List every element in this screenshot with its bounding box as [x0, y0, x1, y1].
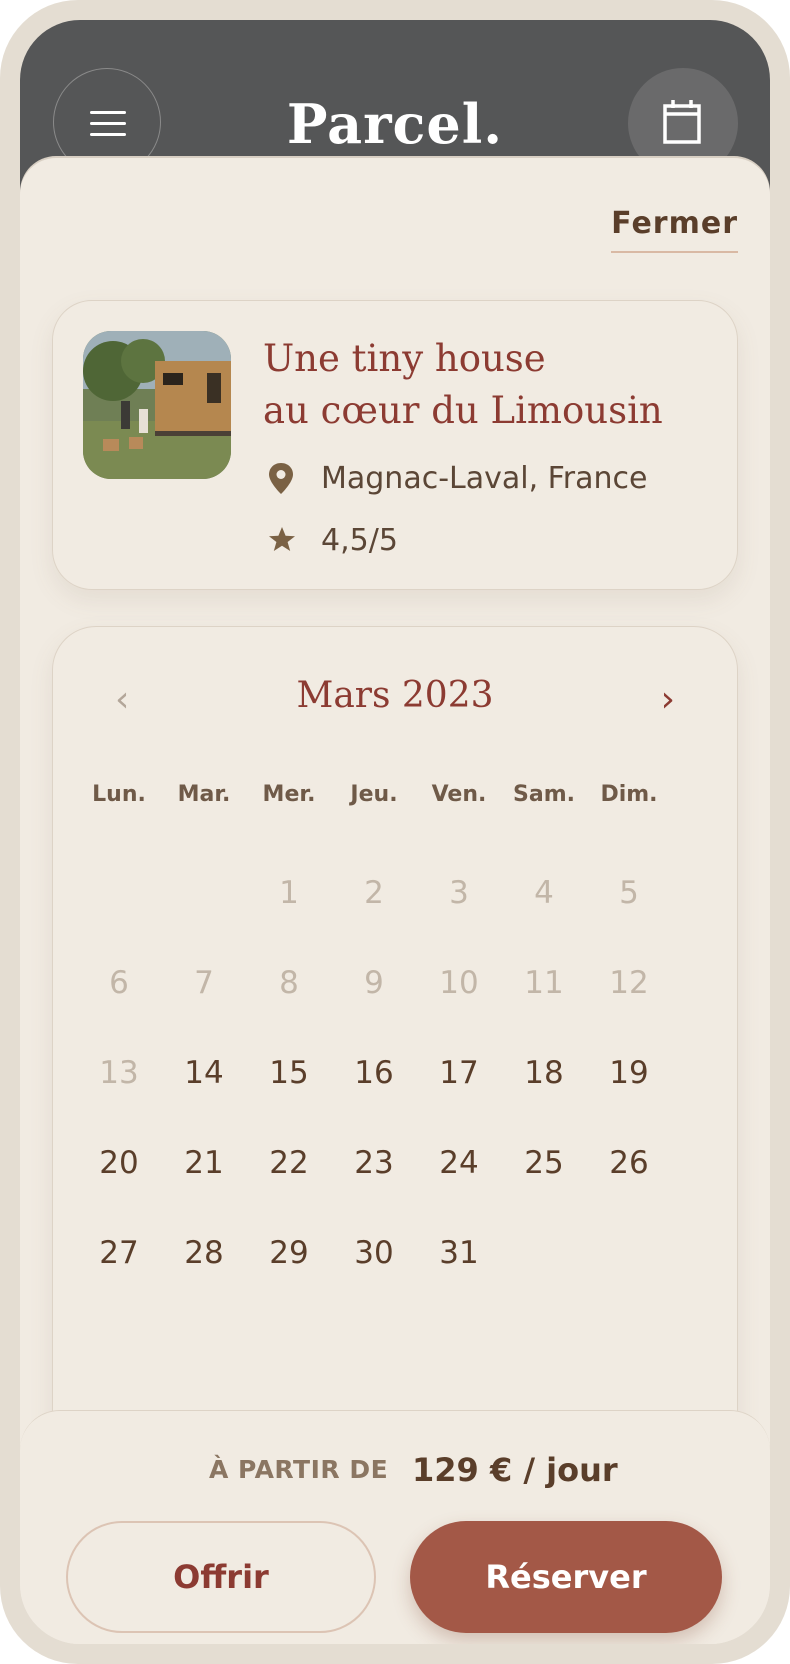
calendar-day[interactable]: 16	[329, 1055, 419, 1091]
listing-card[interactable]: Une tiny house au cœur du Limousin Magna…	[52, 300, 738, 590]
calendar-day[interactable]: 25	[499, 1145, 589, 1181]
calendar-day[interactable]: 17	[414, 1055, 504, 1091]
device-frame: Parcel. Fermer Une tiny house au cœur du…	[0, 0, 790, 1664]
listing-title-line1: Une tiny house	[263, 337, 546, 380]
calendar-day: 9	[364, 965, 384, 1001]
weekday-label: Lun.	[92, 782, 146, 807]
listing-photo	[83, 331, 231, 479]
calendar-day[interactable]: 29	[244, 1235, 334, 1271]
star-icon	[269, 527, 295, 551]
calendar-day[interactable]: 14	[159, 1055, 249, 1091]
calendar-day: 5	[619, 875, 639, 911]
next-month-button[interactable]: ›	[661, 679, 675, 720]
calendar-day[interactable]: 19	[584, 1055, 674, 1091]
calendar-day: 2	[364, 875, 384, 911]
app-screen: Parcel. Fermer Une tiny house au cœur du…	[20, 20, 770, 1644]
calendar-day[interactable]: 21	[159, 1145, 249, 1181]
calendar-day: 6	[109, 965, 129, 1001]
calendar-day: 13	[99, 1055, 139, 1091]
weekday-label: Sam.	[513, 782, 575, 807]
from-label: À PARTIR DE	[209, 1455, 389, 1484]
offer-button[interactable]: Offrir	[66, 1521, 376, 1633]
close-link[interactable]: Fermer	[611, 206, 738, 253]
calendar-day[interactable]: 18	[499, 1055, 589, 1091]
listing-title: Une tiny house au cœur du Limousin	[263, 333, 663, 437]
calendar-day: 3	[449, 875, 469, 911]
location-pin-icon	[269, 463, 293, 494]
calendar-day[interactable]: 24	[414, 1145, 504, 1181]
rating-text: 4,5/5	[321, 523, 398, 558]
calendar-day: 11	[524, 965, 564, 1001]
weekday-label: Mar.	[177, 782, 231, 807]
calendar-day: 12	[609, 965, 649, 1001]
location-text: Magnac-Laval, France	[321, 461, 648, 496]
calendar-day[interactable]: 28	[159, 1235, 249, 1271]
calendar-day[interactable]: 31	[414, 1235, 504, 1271]
calendar-day: 4	[534, 875, 554, 911]
price-text: 129 € / jour	[412, 1451, 618, 1489]
calendar-day[interactable]: 20	[74, 1145, 164, 1181]
month-label: Mars 2023	[296, 675, 494, 716]
calendar-day: 8	[279, 965, 299, 1001]
calendar-day[interactable]: 22	[244, 1145, 334, 1181]
calendar-day: 1	[279, 875, 299, 911]
booking-footer: À PARTIR DE 129 € / jour Offrir Réserver	[20, 1410, 770, 1644]
weekday-label: Jeu.	[350, 782, 398, 807]
calendar-day[interactable]: 23	[329, 1145, 419, 1181]
calendar-day[interactable]: 15	[244, 1055, 334, 1091]
book-button[interactable]: Réserver	[410, 1521, 722, 1633]
calendar-day[interactable]: 26	[584, 1145, 674, 1181]
weekday-label: Dim.	[600, 782, 658, 807]
calendar-day[interactable]: 27	[74, 1235, 164, 1271]
listing-title-line2: au cœur du Limousin	[263, 389, 663, 432]
weekday-label: Mer.	[262, 782, 316, 807]
calendar-day: 7	[194, 965, 214, 1001]
weekday-label: Ven.	[431, 782, 487, 807]
calendar-day[interactable]: 30	[329, 1235, 419, 1271]
calendar-day: 10	[439, 965, 479, 1001]
